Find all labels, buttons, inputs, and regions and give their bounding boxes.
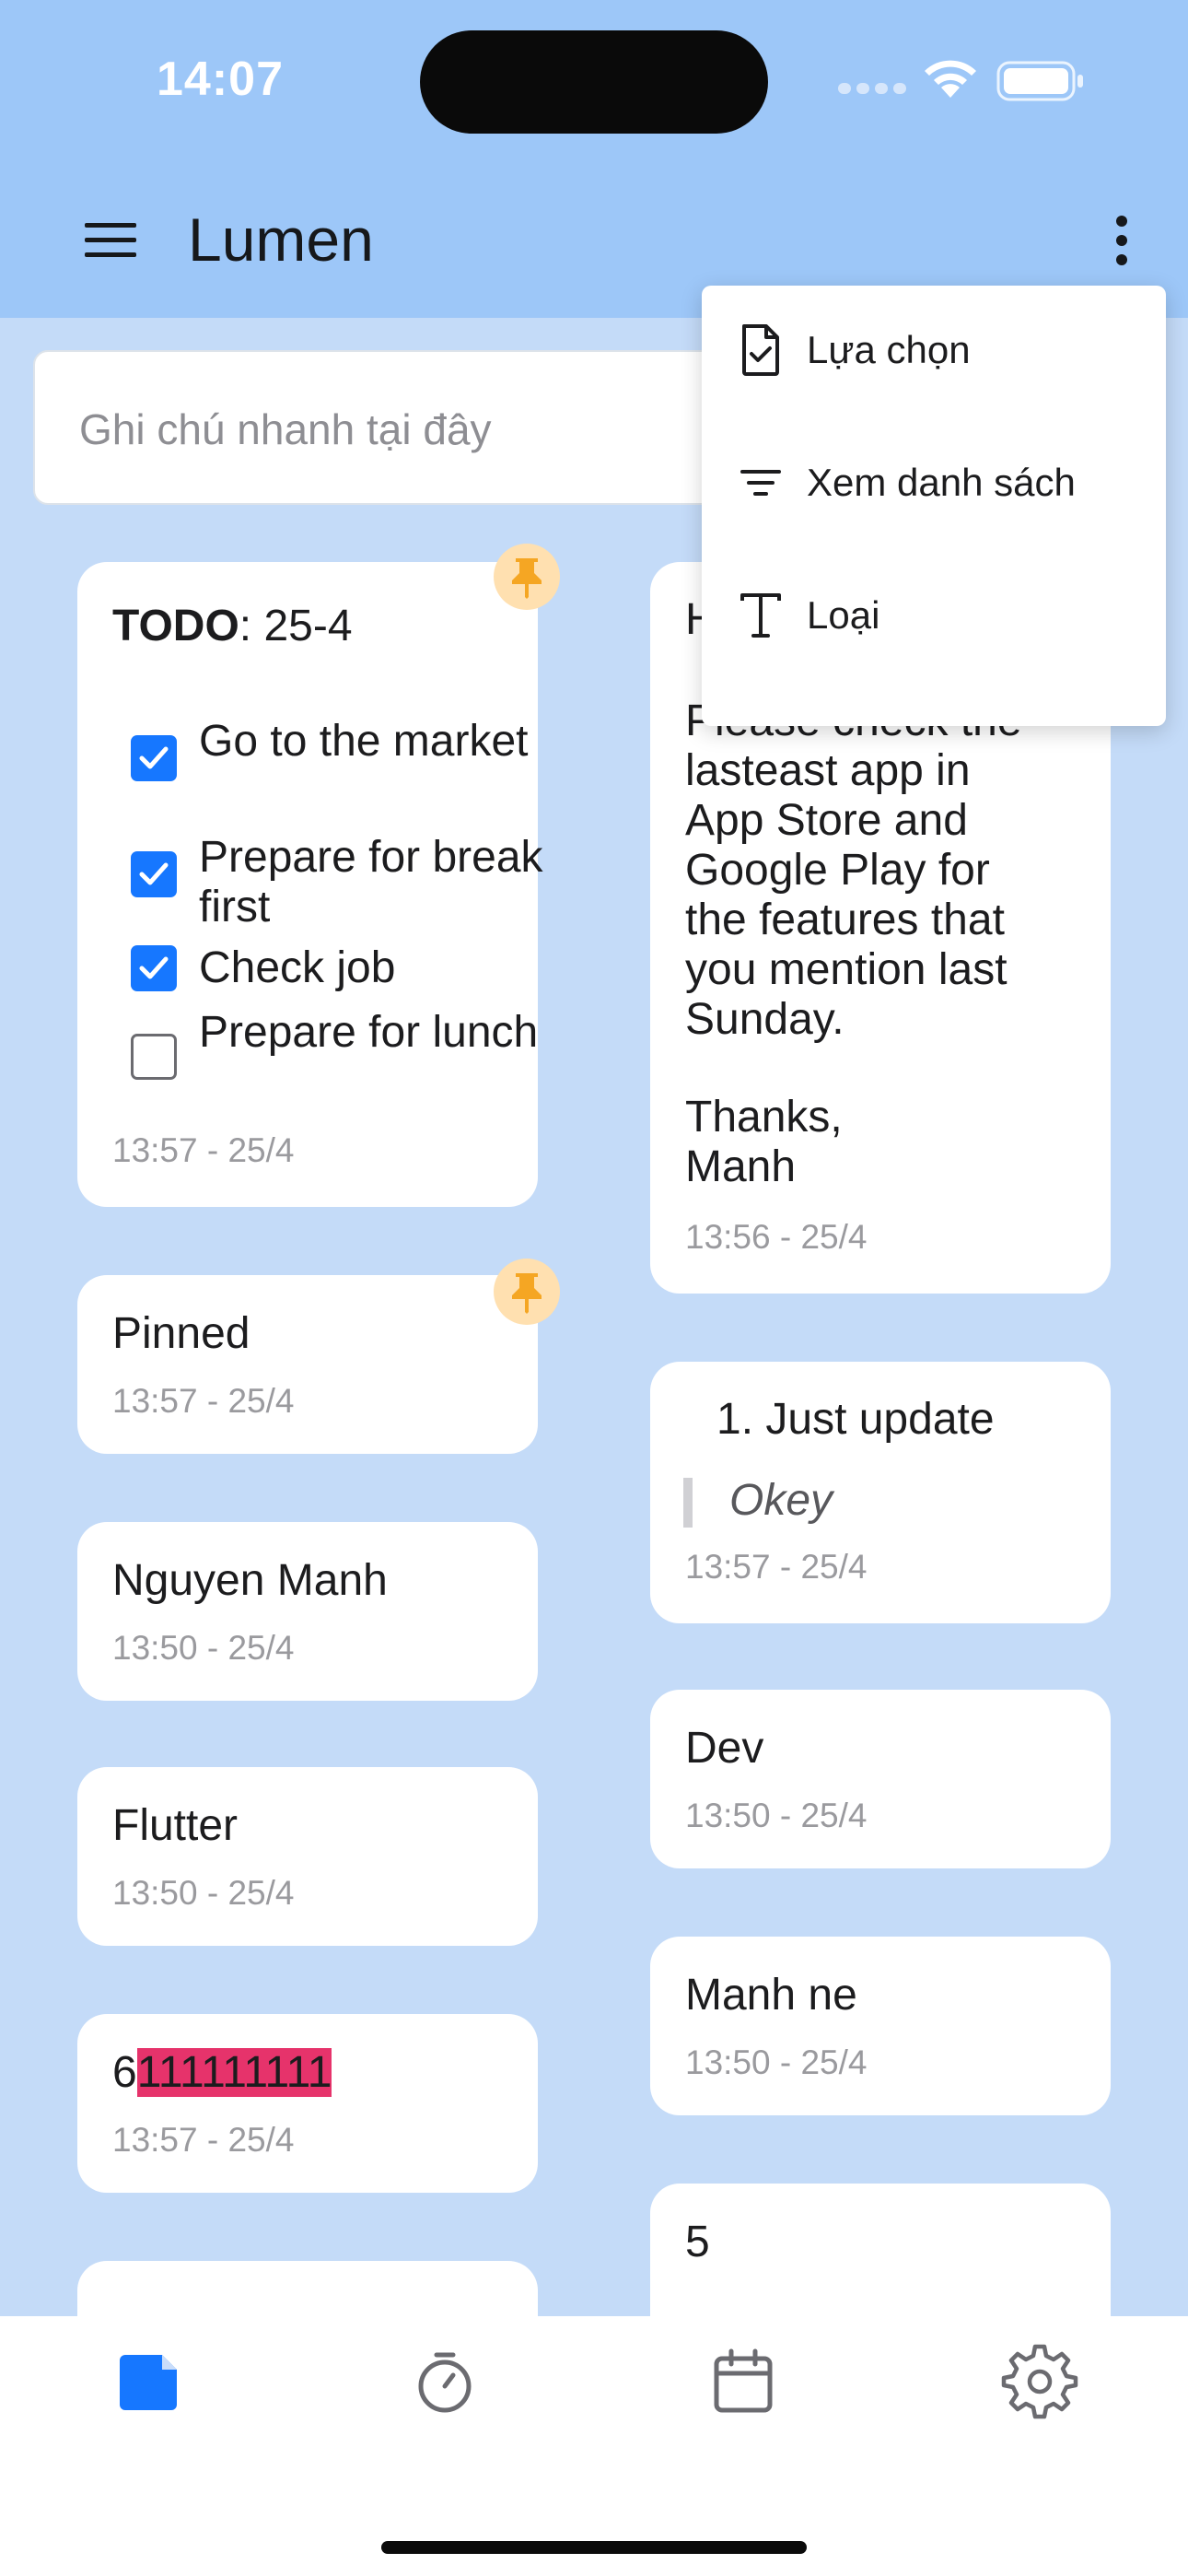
dynamic-island — [420, 30, 768, 134]
nav-tab-calendar[interactable] — [702, 2340, 785, 2423]
todo-item-label: Prepare for lunch — [199, 1008, 539, 1057]
app-title: Lumen — [188, 205, 374, 274]
calendar-icon — [714, 2348, 773, 2413]
note-card[interactable]: Nguyen Manh 13:50 - 25/4 — [77, 1522, 538, 1701]
note-title: Nguyen Manh — [112, 1556, 388, 1605]
note-card[interactable]: Pinned 13:57 - 25/4 — [77, 1275, 538, 1454]
nav-tab-notes[interactable] — [107, 2340, 190, 2423]
menu-item-label: Xem danh sách — [807, 461, 1076, 504]
todo-title-bold: TODO — [112, 602, 239, 650]
wifi-icon — [925, 60, 976, 98]
note-card-partial[interactable]: 5 — [650, 2184, 1111, 2316]
note-timestamp: 13:56 - 25/4 — [685, 1218, 868, 1256]
todo-item-label: Go to the market — [199, 717, 529, 766]
menu-item-label: Loại — [807, 593, 880, 637]
checkbox-checked[interactable] — [131, 945, 177, 991]
gear-icon — [1001, 2344, 1078, 2419]
note-card-todo[interactable]: TODO: 25-4 Go to the market Prepare for … — [77, 562, 543, 1207]
note-card[interactable]: Manh ne 13:50 - 25/4 — [650, 1937, 1111, 2115]
todo-item: Check job — [131, 943, 536, 999]
note-body-line: App Store and — [685, 796, 968, 845]
note-card[interactable]: Dev 13:50 - 25/4 — [650, 1690, 1111, 1868]
note-timestamp: 13:50 - 25/4 — [112, 1629, 295, 1667]
pin-icon[interactable] — [494, 1259, 560, 1325]
note-card[interactable]: 1. Just update Okey 13:57 - 25/4 — [650, 1362, 1111, 1623]
text-type-icon — [740, 593, 781, 638]
checkbox-checked[interactable] — [131, 735, 177, 781]
todo-title-rest: : 25-4 — [239, 602, 353, 650]
ordered-list-item: 1. Just update — [716, 1395, 995, 1444]
menu-item-label: Lựa chọn — [807, 328, 971, 371]
home-indicator — [381, 2541, 807, 2554]
hamburger-menu-icon[interactable] — [79, 208, 144, 273]
todo-item-label: Check job — [199, 943, 396, 992]
todo-item-label: Prepare for break first — [199, 833, 543, 931]
note-title: Flutter — [112, 1801, 239, 1850]
pin-icon[interactable] — [494, 544, 560, 610]
timer-icon — [418, 2352, 472, 2413]
note-timestamp: 13:57 - 25/4 — [685, 1548, 868, 1586]
nav-tab-timer[interactable] — [403, 2340, 486, 2423]
note-card[interactable]: Flutter 13:50 - 25/4 — [77, 1767, 538, 1946]
note-title-prefix: 6 — [112, 2048, 137, 2097]
todo-item: Prepare for lunch — [131, 1008, 538, 1107]
note-timestamp: 13:50 - 25/4 — [685, 2043, 868, 2081]
note-title: Pinned — [112, 1309, 250, 1358]
quote-bar — [683, 1478, 693, 1528]
note-timestamp: 13:50 - 25/4 — [112, 1874, 295, 1912]
menu-item-type[interactable]: Loại — [702, 551, 1166, 684]
highlighted-text: 111111111 — [136, 2048, 332, 2097]
note-title: 6111111111 — [112, 2047, 332, 2098]
note-signoff-line: Manh — [685, 1142, 797, 1191]
options-dropdown-menu: Lựa chọn Xem danh sách Loại — [702, 286, 1166, 726]
battery-icon — [996, 61, 1083, 101]
quote-text: Okey — [729, 1476, 833, 1525]
menu-item-select[interactable]: Lựa chọn — [702, 286, 1166, 418]
note-icon — [120, 2355, 177, 2410]
note-card[interactable]: 6111111111 13:57 - 25/4 — [77, 2014, 538, 2193]
note-title: 5 — [685, 2218, 710, 2266]
note-signoff: Thanks, Manh — [685, 1093, 1090, 1192]
cellular-signal-icon — [838, 83, 906, 94]
note-body-line: lasteast app in — [685, 746, 971, 795]
more-options-icon[interactable] — [1101, 208, 1142, 273]
filter-lines-icon — [740, 470, 781, 496]
note-timestamp: 13:57 - 25/4 — [112, 2121, 295, 2159]
note-title: Manh ne — [685, 1971, 857, 2020]
note-timestamp: 13:57 - 25/4 — [112, 1382, 295, 1420]
todo-item: Prepare for break first — [131, 833, 543, 932]
note-body-line: Google Play for — [685, 846, 990, 895]
note-title: Dev — [685, 1724, 764, 1773]
note-timestamp: 13:57 - 25/4 — [112, 1131, 295, 1169]
checkbox-checked[interactable] — [131, 851, 177, 897]
checkbox-unchecked[interactable] — [131, 1034, 177, 1080]
note-body-line: the features that — [685, 896, 1005, 944]
note-body-line: Sunday. — [685, 995, 844, 1044]
note-card-partial[interactable] — [77, 2261, 538, 2316]
file-check-icon — [742, 324, 779, 376]
todo-item: Go to the market — [131, 717, 536, 816]
status-time: 14:07 — [157, 53, 284, 106]
note-body-line: you mention last — [685, 945, 1007, 994]
todo-title: TODO: 25-4 — [112, 601, 353, 651]
note-signoff-line: Thanks, — [685, 1093, 843, 1142]
note-body: Please check the lasteast app in App Sto… — [685, 697, 1090, 1045]
nav-tab-settings[interactable] — [998, 2340, 1081, 2423]
menu-item-view-list[interactable]: Xem danh sách — [702, 418, 1166, 551]
note-timestamp: 13:50 - 25/4 — [685, 1797, 868, 1834]
